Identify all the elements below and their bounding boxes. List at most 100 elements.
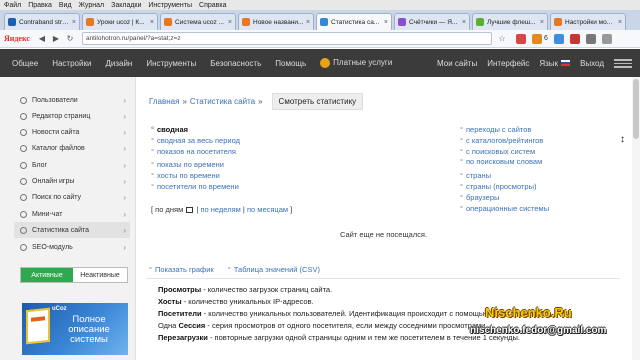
filter-by-weeks[interactable]: по неделям [200,205,240,214]
extension-icon[interactable] [531,33,542,44]
addon-icon[interactable] [601,33,612,44]
browser-tab[interactable]: Лучшие флеш... × [472,13,548,30]
menu-file[interactable]: Файл [4,2,21,9]
chevron-right-icon: › [123,192,126,202]
filter-by-months[interactable]: по месяцам [247,205,288,214]
blog-icon [20,161,27,169]
tab-close-icon[interactable]: × [462,19,466,26]
breadcrumb: Главная » Статистика сайта » Смотреть ст… [149,92,364,110]
stat-link-countries[interactable]: ° страны [460,171,491,180]
period-filters: [ по дням | по неделям | по месяцам ] [151,205,293,214]
stat-link-countries-views[interactable]: ° страны (просмотры) [460,182,536,191]
addon-icon[interactable] [553,33,564,44]
nav-design[interactable]: Дизайн [105,59,132,68]
filter-by-days[interactable]: по дням [155,205,183,214]
menu-help[interactable]: Справка [199,2,226,9]
menu-bookmarks[interactable]: Закладки [111,2,141,9]
chevron-right-icon: › [123,160,126,170]
menu-tools[interactable]: Инструменты [148,2,192,9]
browser-tab[interactable]: Счётчики — Я... × [394,13,470,30]
stat-link-summary-all-time[interactable]: ° сводная за весь период [151,136,240,145]
reload-icon[interactable]: ↻ [64,33,76,45]
show-graph-link[interactable]: Показать график [155,265,214,274]
tab-close-icon[interactable]: × [228,19,232,26]
sidebar-item-news[interactable]: Новости сайта › [20,124,130,140]
mouse-cursor-icon: ↕ [620,134,625,145]
stat-link-views-per-visitor[interactable]: ° показов на посетителя [151,147,236,156]
nav-help[interactable]: Помощь [275,59,306,68]
tab-close-icon[interactable]: × [384,19,388,26]
watermark-email: nischenko.fedor@gmail.com [470,325,607,336]
tab-close-icon[interactable]: × [618,19,622,26]
nav-language[interactable]: Язык [539,59,558,68]
sidebar-item-search[interactable]: Поиск по сайту › [20,189,130,205]
browser-menubar: Файл Правка Вид Журнал Закладки Инструме… [0,0,640,10]
star-icon[interactable]: ☆ [496,33,508,45]
browser-tab-active[interactable]: Статистика са... × [316,13,392,30]
sidebar-item-games[interactable]: Онлайн игры › [20,173,130,189]
sidebar-item-users[interactable]: Пользователи › [20,92,130,108]
nav-security[interactable]: Безопасность [210,59,261,68]
menu-history[interactable]: Журнал [79,2,105,9]
stat-link-referrers[interactable]: ° переходы с сайтов [460,125,531,134]
nav-interface[interactable]: Интерфейс [487,59,529,68]
tab-close-icon[interactable]: × [150,19,154,26]
gmail-icon[interactable] [515,33,526,44]
stat-link-search-words[interactable]: ° по поисковым словам [460,157,542,166]
menu-edit[interactable]: Правка [28,2,52,9]
nav-logout[interactable]: Выход [580,59,604,68]
scrollbar-thumb[interactable] [633,79,639,139]
tab-close-icon[interactable]: × [540,19,544,26]
site-nav: Общее Настройки Дизайн Инструменты Безоп… [0,49,640,77]
browser-tab[interactable]: Новое названи... × [238,13,314,30]
nav-paid-services[interactable]: Платные услуги [320,58,392,68]
breadcrumb-section[interactable]: Статистика сайта [190,97,255,106]
sidebar-item-page-editor[interactable]: Редактор страниц › [20,108,130,124]
toggle-active[interactable]: Активные [21,268,73,282]
browser-tab[interactable]: Система ucoz ... × [160,13,236,30]
search-icon [20,193,27,201]
nav-tools[interactable]: Инструменты [146,59,196,68]
browser-brand[interactable]: Яндекс [4,34,30,43]
sidebar-item-statistics[interactable]: Статистика сайта › [14,222,130,238]
sidebar-item-seo[interactable]: SEO-модуль › [20,239,130,255]
stat-link-summary[interactable]: ° сводная [151,125,188,134]
nav-my-sites[interactable]: Мои сайты [437,59,477,68]
stat-link-catalogs[interactable]: ° с каталогов/рейтингов [460,136,543,145]
tab-close-icon[interactable]: × [306,19,310,26]
back-icon[interactable]: ◀ [36,33,48,45]
stat-link-views-by-time[interactable]: ° показы по времени [151,160,224,169]
sidebar-item-blog[interactable]: Блог › [20,157,130,173]
csv-table-link[interactable]: Таблица значений (CSV) [234,265,320,274]
news-icon [20,128,27,136]
sidebar-item-minichat[interactable]: Мини-чат › [20,206,130,222]
browser-tab[interactable]: Настройки мо... × [550,13,626,30]
browser-tab[interactable]: Уроки ucoz | К... × [82,13,158,30]
breadcrumb-home[interactable]: Главная [149,97,179,106]
definition-reloads: Перезагрузки - повторные загрузки одной … [158,333,521,342]
addon-icon[interactable] [585,33,596,44]
stat-link-visitors-by-time[interactable]: ° посетители по времени [151,182,239,191]
addon-icon[interactable] [569,33,580,44]
menu-view[interactable]: Вид [59,2,72,9]
extension-badge: 6 [543,35,548,42]
page-scrollbar[interactable] [632,77,640,360]
menu-icon[interactable] [614,58,632,68]
nav-general[interactable]: Общее [12,59,38,68]
stat-link-os[interactable]: ° операционные системы [460,204,549,213]
stats-icon [20,226,27,234]
stat-link-search-engines[interactable]: ° с поисковых систем [460,147,535,156]
forward-icon[interactable]: ▶ [50,33,62,45]
stat-link-hosts-by-time[interactable]: ° хосты по времени [151,171,220,180]
ucoz-ad-banner[interactable]: uCoz Полное описание системы [22,303,128,355]
tab-close-icon[interactable]: × [72,19,76,26]
sidebar-item-file-catalog[interactable]: Каталог файлов › [20,140,130,156]
url-input[interactable]: antilohotron.ru/panel/?a=stat;z=z [81,32,492,45]
chevron-right-icon: › [123,111,126,121]
browser-tab[interactable]: Contraband stream...× [4,13,80,30]
toggle-inactive[interactable]: Неактивные [73,268,127,282]
stat-link-browsers[interactable]: ° браузеры [460,193,499,202]
nav-settings[interactable]: Настройки [52,59,91,68]
tab-favicon-icon [320,18,328,26]
calendar-icon[interactable] [186,207,194,214]
